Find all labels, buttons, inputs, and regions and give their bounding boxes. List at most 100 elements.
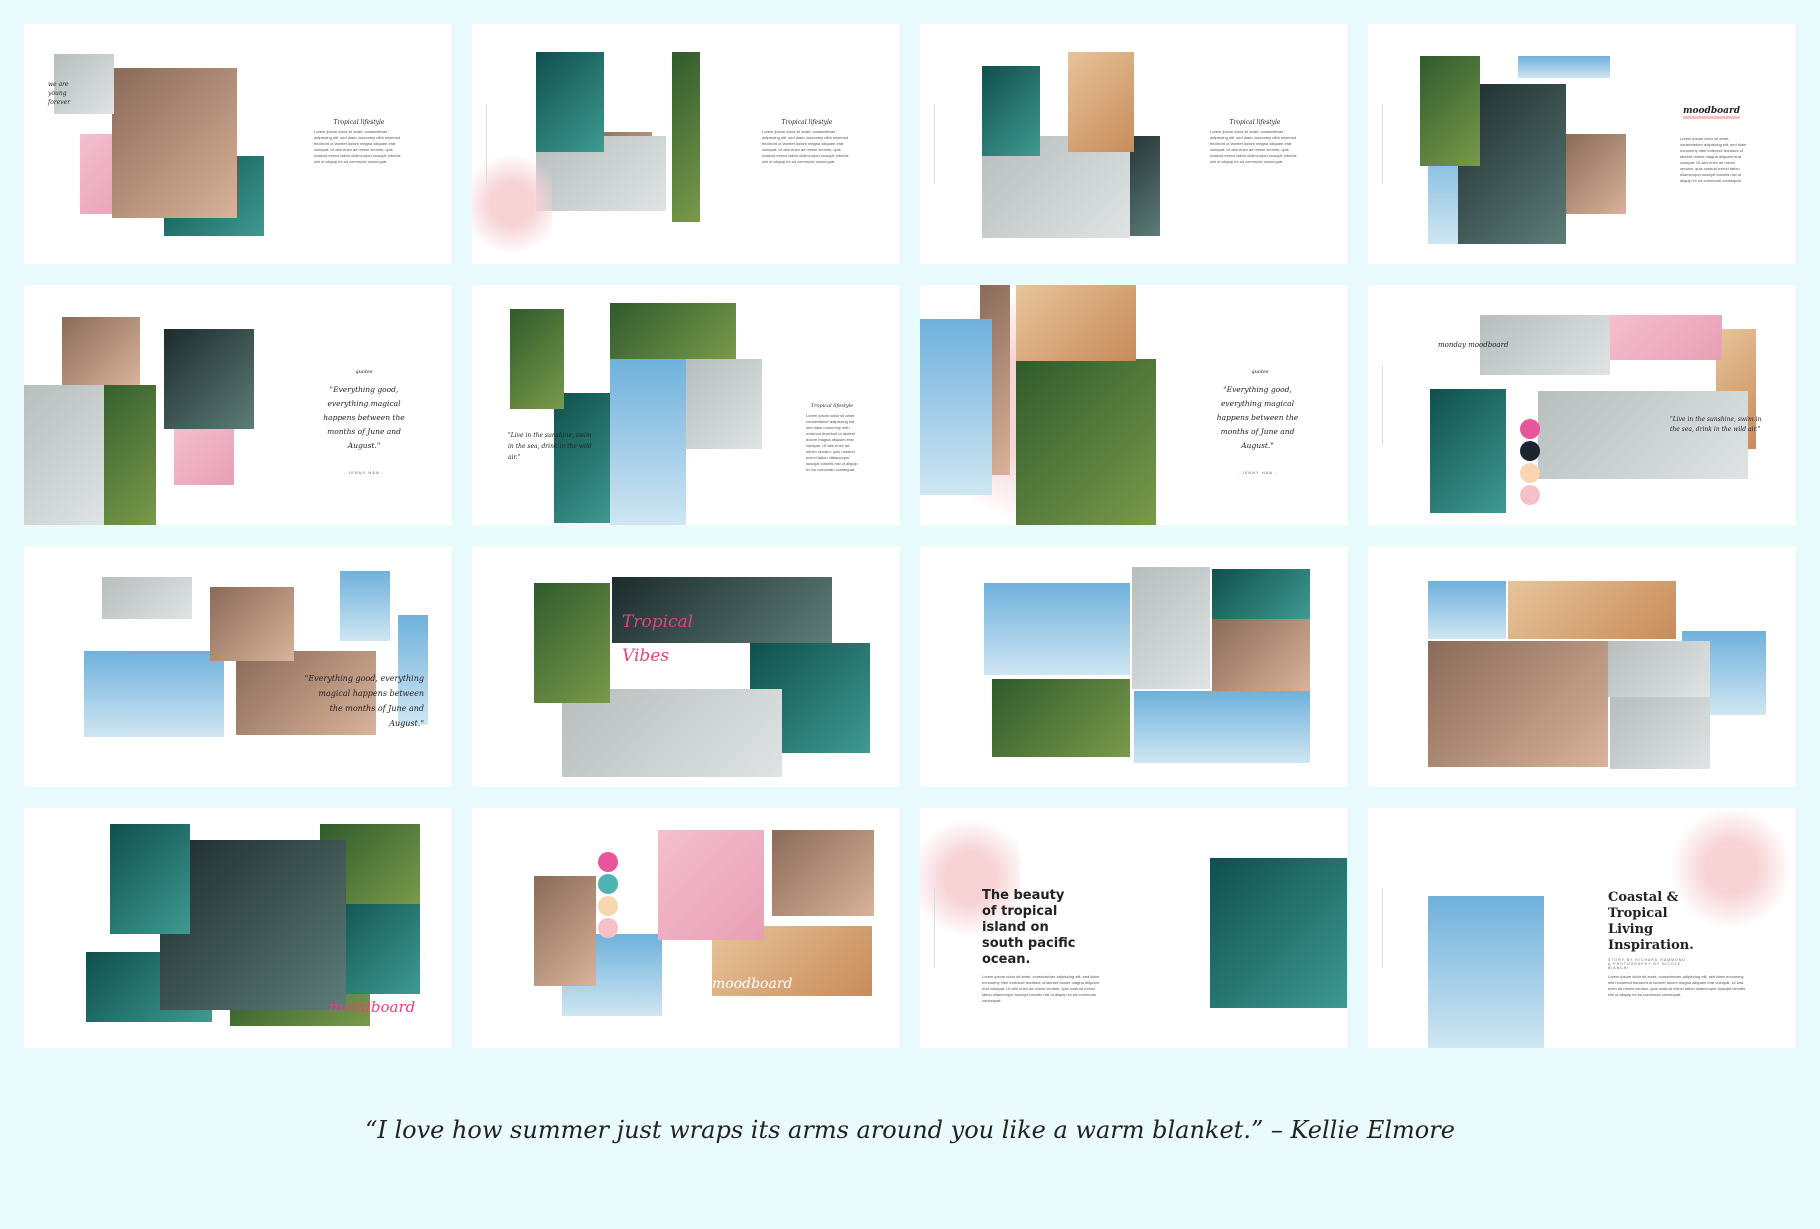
collage-photo [164, 329, 254, 429]
collage-photo [1610, 697, 1710, 769]
collage-photo [1538, 391, 1748, 479]
body-text: Lorem ipsum dolor sit amet, consectetuer… [1680, 136, 1747, 183]
palette-swatch-light-pink [598, 918, 618, 938]
slide-1[interactable]: we are young forever Tropical lifestyle … [24, 24, 451, 264]
collage-photo [610, 303, 736, 359]
slide-8[interactable]: monday moodboard "Live in the sunshine, … [1368, 285, 1795, 525]
slide-heading: Tropical lifestyle [810, 403, 854, 409]
collage-photo [1428, 641, 1608, 767]
divider [934, 888, 935, 968]
palette-swatch-pink [598, 852, 618, 872]
slide-2[interactable]: Tropical lifestyle Lorem ipsum dolor sit… [472, 24, 899, 264]
collage-photo [1212, 569, 1310, 619]
collage-photo [686, 359, 762, 449]
quote-text: "Live in the sunshine, swim in the sea, … [1670, 416, 1762, 433]
slide-title: Tropical Vibes [622, 612, 694, 666]
slide-title: Coastal & Tropical Living Inspiration. [1608, 890, 1694, 953]
slide-7[interactable]: quotes "Everything good, everything magi… [920, 285, 1347, 525]
quote-author: - JENNY HAN - [343, 470, 385, 475]
collage-photo [920, 319, 992, 495]
slide-title: moodboard [329, 998, 416, 1016]
slide-heading: Tropical lifestyle [781, 119, 833, 126]
palette-swatch-light-pink [1520, 485, 1540, 505]
slide-16[interactable]: Coastal & Tropical Living Inspiration. S… [1368, 808, 1795, 1048]
collage-photo [472, 144, 552, 264]
collage-photo [112, 68, 237, 218]
credits: STORY BY RICHARD HAMMOND & PHOTOGRAPHY B… [1608, 958, 1686, 970]
collage-photo [174, 425, 234, 485]
collage-photo [610, 359, 686, 525]
body-text: Lorem ipsum dolor sit amet, consectetuer… [314, 129, 401, 164]
collage-photo [658, 830, 764, 940]
collage-photo [340, 571, 390, 641]
handwritten-note: we are young forever [48, 81, 71, 106]
body-text: Lorem ipsum dolor sit amet, consectetuer… [762, 129, 849, 164]
collage-photo [982, 66, 1040, 156]
collage-photo [1134, 691, 1310, 763]
body-text: Lorem ipsum dolor sit amet, consectetuer… [1608, 974, 1746, 997]
collage-photo [534, 876, 596, 986]
divider [934, 104, 935, 184]
collage-photo [1430, 389, 1506, 513]
collage-photo [536, 52, 604, 152]
collage-photo [62, 317, 140, 385]
quote-author: - JENNY HAN - [1237, 470, 1278, 475]
slide-3[interactable]: Tropical lifestyle Lorem ipsum dolor sit… [920, 24, 1347, 264]
collage-photo [1068, 52, 1134, 152]
collage-photo [1212, 619, 1310, 691]
collage-photo [672, 52, 700, 222]
footer-quote: “I love how summer just wraps its arms a… [365, 1116, 1455, 1144]
quote-text: "Everything good, everything magical hap… [1216, 385, 1299, 450]
collage-photo [510, 309, 564, 409]
slide-12[interactable] [1368, 547, 1795, 787]
divider [1382, 365, 1383, 445]
body-text: Lorem ipsum dolor sit amet, consectetuer… [982, 974, 1099, 1003]
slide-title: moodboard [712, 976, 793, 992]
slide-15[interactable]: The beauty of tropical island on south p… [920, 808, 1347, 1048]
slide-5[interactable]: quotes "Everything good, everything magi… [24, 285, 451, 525]
collage-photo [1132, 567, 1210, 689]
collage-photo [992, 679, 1130, 757]
collage-photo [984, 583, 1130, 675]
slide-heading: quotes [1251, 369, 1269, 375]
slide-6[interactable]: "Live in the sunshine, swim in the sea, … [472, 285, 899, 525]
collage-photo [534, 583, 610, 703]
collage-photo [110, 824, 190, 934]
body-text: Lorem ipsum dolor sit amet, consectetuer… [1210, 129, 1297, 164]
palette-swatch-navy [1520, 441, 1540, 461]
divider [1382, 888, 1383, 968]
slide-9[interactable]: "Everything good, everything magical hap… [24, 547, 451, 787]
collage-photo [1420, 56, 1480, 166]
palette-swatch-peach [1520, 463, 1540, 483]
slide-10[interactable]: Tropical Vibes [472, 547, 899, 787]
collage-photo [102, 577, 192, 619]
collage-photo [1016, 285, 1136, 361]
collage-photo [1508, 581, 1676, 639]
slide-heading: monday moodboard [1438, 341, 1509, 349]
divider [486, 104, 487, 184]
slide-13[interactable]: moodboard [24, 808, 451, 1048]
collage-photo [1016, 359, 1156, 525]
slide-11[interactable] [920, 547, 1347, 787]
collage-photo [1566, 134, 1626, 214]
slide-heading: quotes [355, 369, 373, 375]
quote-text: "Everything good, everything magical hap… [304, 674, 424, 728]
collage-photo [1428, 896, 1544, 1048]
slide-title: The beauty of tropical island on south p… [982, 888, 1076, 967]
collage-photo [1608, 641, 1710, 697]
palette-swatch-peach [598, 896, 618, 916]
collage-photo [1428, 581, 1506, 639]
collage-photo [772, 830, 874, 916]
collage-photo [1518, 56, 1610, 78]
palette-swatch-pink [1520, 419, 1540, 439]
divider [1382, 104, 1383, 184]
collage-photo [210, 587, 294, 661]
collage-photo [24, 385, 104, 525]
collage-photo [1210, 858, 1347, 1008]
slide-4[interactable]: moodboard Lorem ipsum dolor sit amet, co… [1368, 24, 1795, 264]
slide-14[interactable]: moodboard [472, 808, 899, 1048]
quote-text: "Live in the sunshine, swim in the sea, … [508, 432, 592, 461]
slide-heading: Tropical lifestyle [333, 119, 385, 126]
collage-photo [1610, 315, 1722, 360]
palette-swatch-teal [598, 874, 618, 894]
